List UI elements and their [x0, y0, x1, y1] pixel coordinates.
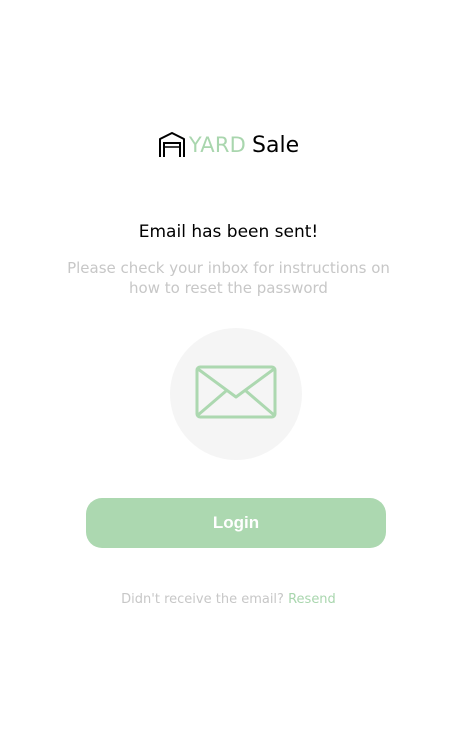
resend-row: Didn't receive the email? Resend	[0, 592, 457, 607]
resend-link[interactable]: Resend	[288, 592, 336, 607]
instructions-text: Please check your inbox for instructions…	[67, 259, 390, 297]
page-title: Email has been sent!	[138, 222, 319, 242]
garage-icon	[158, 132, 186, 158]
login-button[interactable]: Login	[86, 498, 386, 548]
envelope-icon	[195, 365, 277, 424]
logo-word-yard: YARD	[188, 133, 247, 157]
envelope-illustration	[170, 328, 302, 460]
logo-word-sale: Sale	[252, 132, 300, 158]
resend-prompt: Didn't receive the email?	[121, 592, 284, 607]
app-logo: YARD Sale	[0, 130, 457, 160]
